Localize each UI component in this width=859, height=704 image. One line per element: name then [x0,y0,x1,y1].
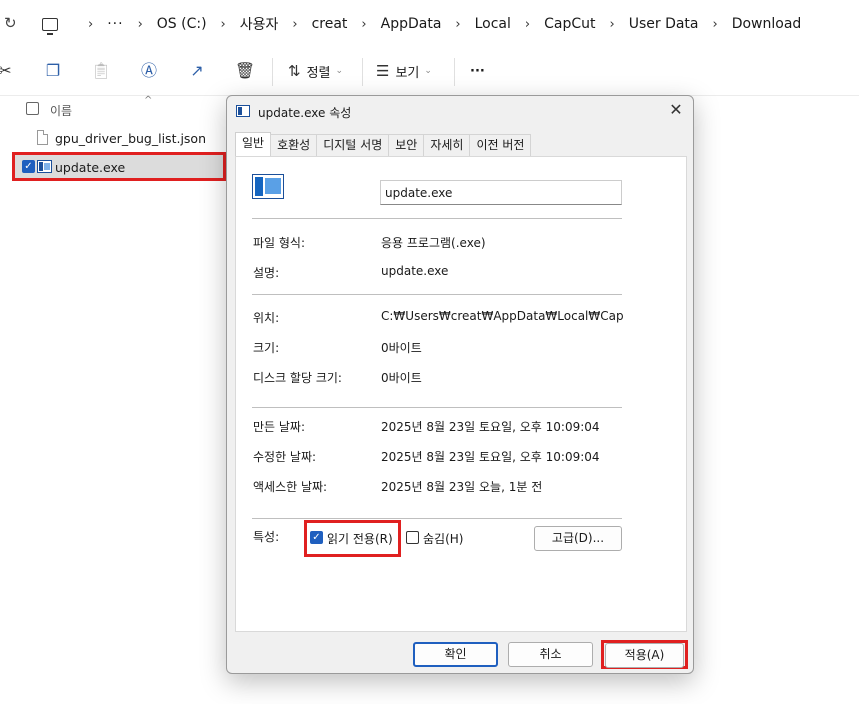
tab-previous-versions[interactable]: 이전 버전 [469,134,532,156]
hidden-checkbox[interactable] [406,531,419,544]
tab-details[interactable]: 자세히 [423,134,471,156]
more-options-button[interactable]: ··· [470,60,485,82]
divider [252,294,622,295]
json-file-icon [37,130,48,145]
rename-icon[interactable]: Ⓐ [138,60,160,82]
chevron-down-icon: ⌄ [424,66,432,76]
chevron-right-icon: › [220,16,226,32]
refresh-icon[interactable]: ↻ [4,14,20,32]
sort-button[interactable]: ⇅ 정렬 ⌄ [288,60,343,82]
exe-file-icon [236,105,250,117]
this-pc-icon[interactable] [42,17,58,35]
readonly-label[interactable]: 읽기 전용(R) [327,530,393,547]
application-icon [252,174,284,199]
toolbar-divider [454,58,455,86]
breadcrumb-item[interactable]: CapCut [544,16,595,32]
exe-file-icon [37,160,52,173]
address-bar: ↻ › ··· › OS (C:) › 사용자 › creat › AppDat… [0,0,859,48]
created-label: 만든 날짜: [253,420,306,434]
sort-ascending-icon: ^ [144,95,153,106]
breadcrumb-item[interactable]: Download [732,16,802,32]
file-row[interactable]: gpu_driver_bug_list.json [0,125,226,153]
hidden-label[interactable]: 숨김(H) [423,530,463,547]
delete-icon[interactable]: 🗑︎ [234,60,256,82]
general-tab-panel: 파일 형식: 응용 프로그램(.exe) 설명: update.exe 위치: … [235,156,687,632]
command-bar: ✂ ❐ 📋︎ Ⓐ ↗ 🗑︎ ⇅ 정렬 ⌄ ☰ 보기 ⌄ ··· [0,48,859,96]
file-name: update.exe [55,160,126,175]
tab-security[interactable]: 보안 [388,134,425,156]
chevron-right-icon: › [712,16,718,32]
modified-value: 2025년 8월 23일 토요일, 오후 10:09:04 [381,450,600,464]
disk-size-value: 0바이트 [381,371,422,385]
accessed-label: 액세스한 날짜: [253,480,328,494]
attributes-label: 특성: [253,530,280,544]
chevron-right-icon: › [292,16,298,32]
file-name: gpu_driver_bug_list.json [55,131,206,146]
view-icon: ☰ [376,62,390,80]
view-label: 보기 [395,65,420,81]
cut-icon[interactable]: ✂ [0,60,16,82]
location-label: 위치: [253,311,280,325]
copy-icon[interactable]: ❐ [42,60,64,82]
breadcrumb-item[interactable]: OS (C:) [157,16,207,32]
name-column-header[interactable]: 이름 [50,102,72,119]
chevron-right-icon: › [88,16,94,32]
breadcrumb-item[interactable]: User Data [629,16,699,32]
file-type-value: 응용 프로그램(.exe) [381,236,486,250]
properties-dialog: update.exe 속성 ✕ 일반 호환성 디지털 서명 보안 자세히 이전 … [226,95,694,674]
breadcrumb-overflow-button[interactable]: ··· [107,16,123,32]
breadcrumb-item[interactable]: 사용자 [240,14,279,34]
tab-bar: 일반 호환성 디지털 서명 보안 자세히 이전 버전 [235,132,532,156]
select-all-checkbox[interactable] [26,102,39,115]
tab-digital-signatures[interactable]: 디지털 서명 [316,134,390,156]
size-label: 크기: [253,341,280,355]
cancel-button[interactable]: 취소 [508,642,593,667]
description-label: 설명: [253,266,280,280]
tab-general[interactable]: 일반 [235,132,272,156]
disk-size-label: 디스크 할당 크기: [253,371,342,385]
breadcrumb: › ··· › OS (C:) › 사용자 › creat › AppData … [42,0,801,48]
dialog-title: update.exe 속성 [258,106,352,120]
breadcrumb-item[interactable]: AppData [381,16,442,32]
share-icon[interactable]: ↗ [186,60,208,82]
file-type-label: 파일 형식: [253,236,306,250]
description-value: update.exe [381,264,449,278]
paste-icon[interactable]: 📋︎ [90,60,112,82]
view-button[interactable]: ☰ 보기 ⌄ [376,60,432,82]
ok-button[interactable]: 확인 [413,642,498,667]
accessed-value: 2025년 8월 23일 오늘, 1분 전 [381,480,543,494]
row-checkbox[interactable]: ✓ [22,160,35,173]
breadcrumb-item[interactable]: Local [475,16,511,32]
chevron-right-icon: › [524,16,531,32]
toolbar-divider [362,58,363,86]
chevron-right-icon: › [137,16,143,32]
divider [252,218,622,219]
divider [252,518,622,519]
sort-icon: ⇅ [288,62,301,80]
chevron-right-icon: › [609,16,615,32]
toolbar-divider [272,58,273,86]
breadcrumb-item[interactable]: creat [312,16,348,32]
dialog-titlebar[interactable]: update.exe 속성 ✕ [227,96,693,126]
created-value: 2025년 8월 23일 토요일, 오후 10:09:04 [381,420,600,434]
chevron-right-icon: › [455,16,461,32]
readonly-checkbox[interactable]: ✓ [310,531,323,544]
close-button[interactable]: ✕ [667,101,685,119]
filename-input[interactable] [380,180,622,205]
advanced-button[interactable]: 고급(D)... [534,526,622,551]
chevron-right-icon: › [361,16,367,32]
chevron-down-icon: ⌄ [335,66,344,76]
size-value: 0바이트 [381,341,422,355]
divider [252,407,622,408]
modified-label: 수정한 날짜: [253,450,317,464]
apply-button[interactable]: 적용(A) [605,643,684,668]
tab-compatibility[interactable]: 호환성 [270,134,318,156]
location-value: C:₩Users₩creat₩AppData₩Local₩CapCut₩U [381,309,623,323]
file-row-selected[interactable]: ✓ update.exe [12,152,226,181]
sort-label: 정렬 [306,65,331,81]
